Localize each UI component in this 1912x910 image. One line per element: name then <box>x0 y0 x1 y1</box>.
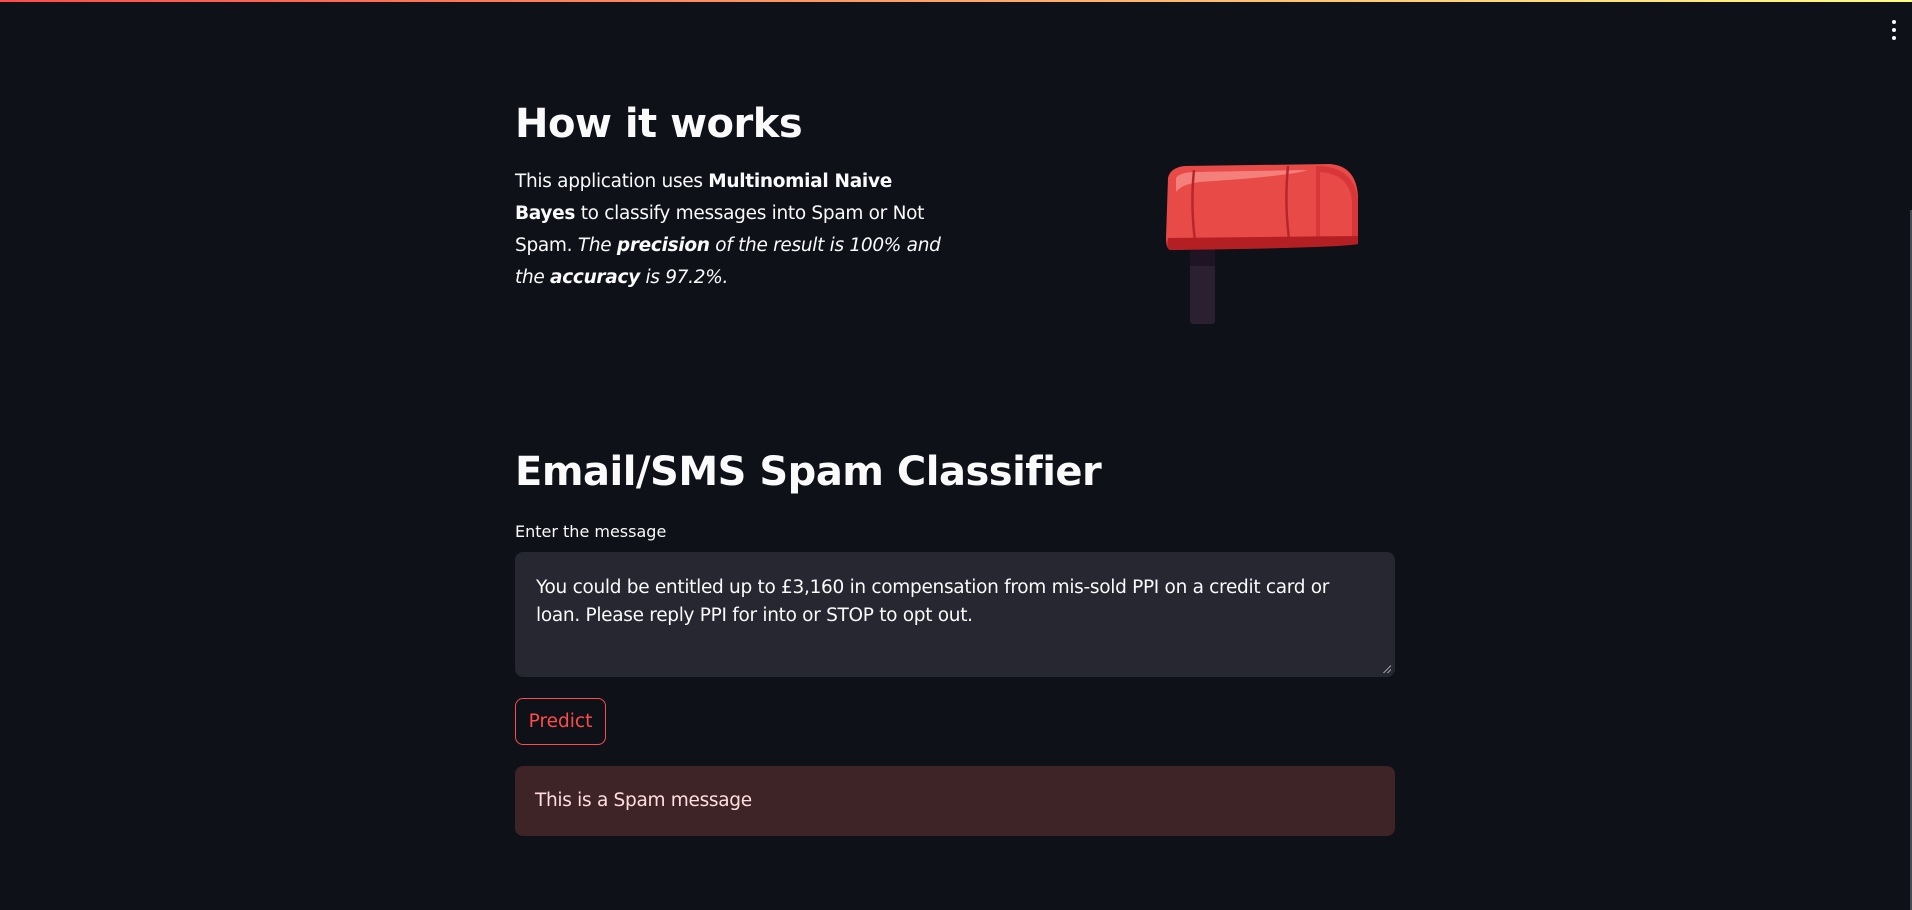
about-text-column: How it works This application uses Multi… <box>515 96 945 294</box>
precision-label: precision <box>616 235 710 256</box>
message-textarea[interactable]: You could be entitled up to £3,160 in co… <box>515 552 1395 677</box>
menu-dot-icon <box>1892 28 1896 32</box>
main-menu-button[interactable] <box>1886 18 1902 42</box>
page-title: Email/SMS Spam Classifier <box>515 449 1102 495</box>
result-error-alert: This is a Spam message <box>515 766 1395 836</box>
mailbox-image <box>1140 152 1368 334</box>
result-text: This is a Spam message <box>535 790 752 811</box>
about-description: This application uses Multinomial Naive … <box>515 166 945 294</box>
about-title: How it works <box>515 101 803 147</box>
message-input-label: Enter the message <box>515 522 667 541</box>
resize-handle-icon[interactable] <box>1383 665 1391 673</box>
about-text-part: This application uses <box>515 171 709 192</box>
menu-dot-icon <box>1892 36 1896 40</box>
accuracy-label: accuracy <box>550 267 640 288</box>
about-section: How it works This application uses Multi… <box>515 96 1395 356</box>
top-decoration-bar <box>0 0 1912 2</box>
menu-dot-icon <box>1892 20 1896 24</box>
about-italic-part: The <box>577 235 617 256</box>
about-italic-part: is 97.2%. <box>639 267 729 288</box>
message-text: You could be entitled up to £3,160 in co… <box>536 577 1330 626</box>
mailbox-icon <box>1166 164 1358 324</box>
predict-button[interactable]: Predict <box>515 698 606 745</box>
